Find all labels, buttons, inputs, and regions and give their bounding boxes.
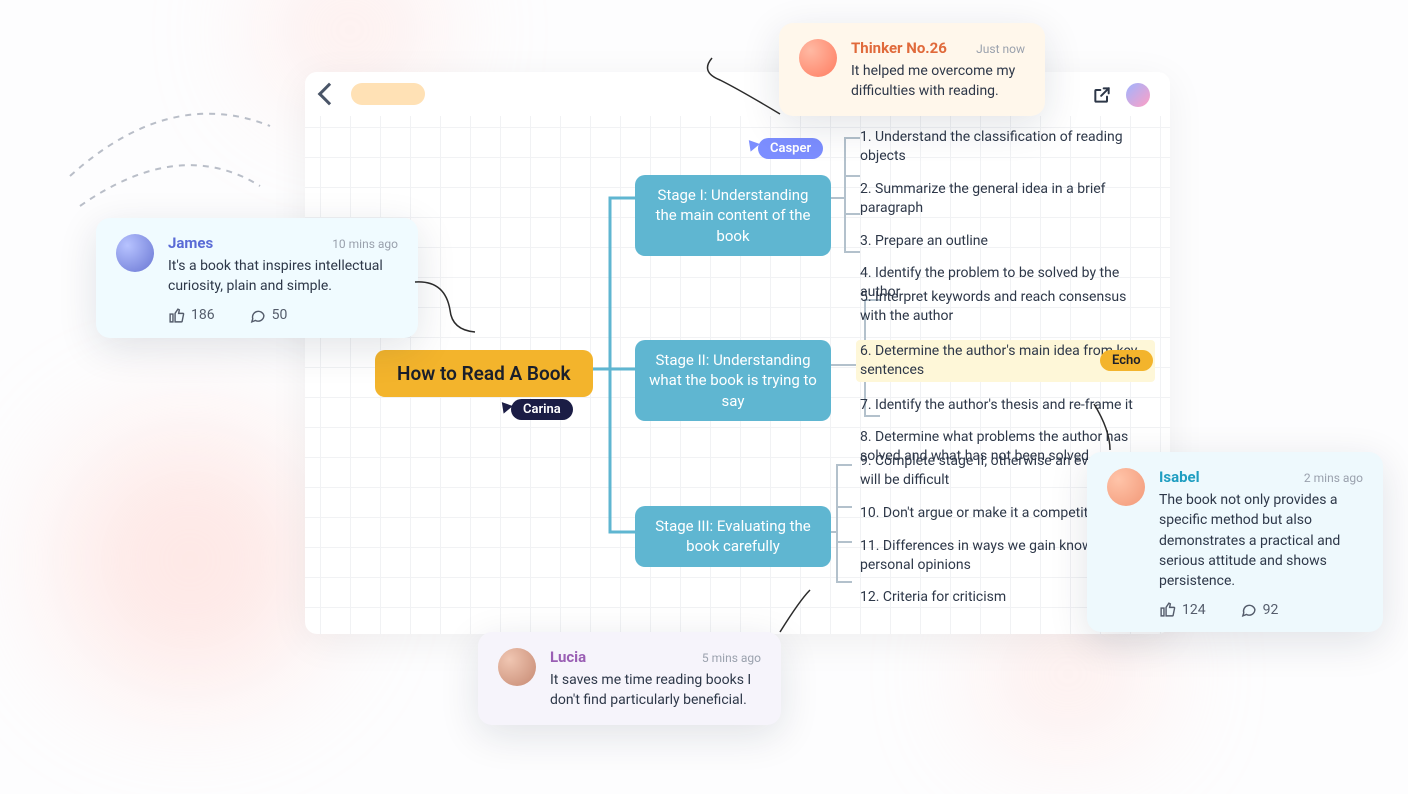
- reply-button[interactable]: 50: [249, 307, 288, 324]
- comment-time: 2 mins ago: [1304, 471, 1363, 485]
- collaborator-tag-carina: Carina: [511, 399, 573, 420]
- like-button[interactable]: 186: [168, 307, 215, 324]
- avatar: [498, 648, 536, 686]
- comment-text: It saves me time reading books I don't f…: [550, 670, 761, 711]
- mindmap-canvas[interactable]: How to Read A Book Stage I: Understandin…: [305, 72, 1170, 634]
- comment-text: It's a book that inspires intellectual c…: [168, 256, 398, 297]
- comment-text: The book not only provides a specific me…: [1159, 490, 1363, 591]
- title-placeholder: [351, 83, 425, 105]
- comment-card-james[interactable]: James 10 mins ago It's a book that inspi…: [96, 218, 418, 338]
- avatar: [1107, 468, 1145, 506]
- like-button[interactable]: 124: [1159, 601, 1206, 618]
- comment-card-isabel[interactable]: Isabel 2 mins ago The book not only prov…: [1087, 452, 1383, 632]
- reply-count: 50: [272, 307, 288, 323]
- comment-author: Thinker No.26: [851, 39, 947, 57]
- collaborator-tag-echo: Echo: [1100, 350, 1153, 371]
- leaf-node[interactable]: 1. Understand the classification of read…: [860, 128, 1155, 166]
- comment-card-thinker[interactable]: Thinker No.26 Just now It helped me over…: [779, 23, 1045, 116]
- stage-node[interactable]: Stage II: Understanding what the book is…: [635, 340, 831, 421]
- like-count: 186: [191, 307, 215, 323]
- leaf-node[interactable]: 5. Interpret keywords and reach consensu…: [860, 288, 1155, 326]
- comment-author: Isabel: [1159, 468, 1200, 486]
- bg-blob: [60, 430, 320, 690]
- leaf-node[interactable]: 2. Summarize the general idea in a brief…: [860, 180, 1155, 218]
- reply-count: 92: [1263, 602, 1279, 618]
- decorative-dashes: [60, 56, 280, 216]
- back-button[interactable]: [318, 83, 341, 106]
- comment-author: Lucia: [550, 648, 586, 666]
- open-external-icon[interactable]: [1092, 85, 1112, 105]
- comment-time: 10 mins ago: [332, 237, 398, 251]
- avatar: [116, 234, 154, 272]
- comment-time: 5 mins ago: [702, 651, 761, 665]
- leaf-node[interactable]: 3. Prepare an outline: [860, 232, 1155, 251]
- stage-node[interactable]: Stage I: Understanding the main content …: [635, 175, 831, 256]
- leaf-node[interactable]: 7. Identify the author's thesis and re-f…: [860, 396, 1155, 415]
- reply-button[interactable]: 92: [1240, 601, 1279, 618]
- current-user-avatar[interactable]: [1126, 83, 1150, 107]
- comment-card-lucia[interactable]: Lucia 5 mins ago It saves me time readin…: [478, 632, 781, 725]
- mindmap-root-node[interactable]: How to Read A Book: [375, 350, 593, 397]
- avatar: [799, 39, 837, 77]
- collaborator-tag-casper: Casper: [758, 138, 823, 159]
- like-count: 124: [1182, 602, 1206, 618]
- comment-author: James: [168, 234, 213, 252]
- comment-time: Just now: [976, 42, 1025, 56]
- comment-text: It helped me overcome my difficulties wi…: [851, 61, 1025, 102]
- stage-node[interactable]: Stage III: Evaluating the book carefully: [635, 506, 831, 567]
